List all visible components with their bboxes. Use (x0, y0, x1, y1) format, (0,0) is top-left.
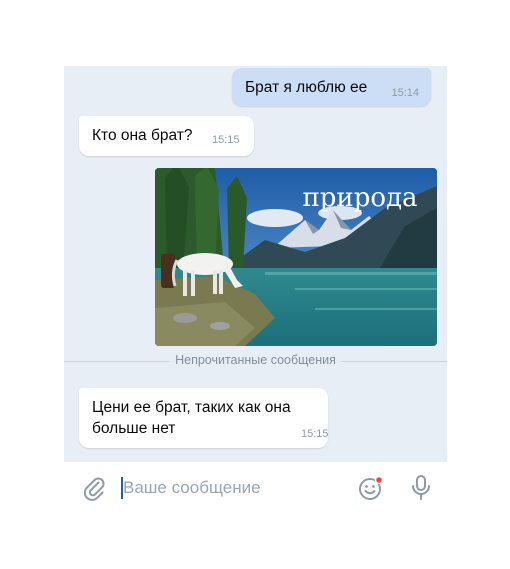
message-time: 15:14 (391, 87, 419, 99)
message-input[interactable] (120, 477, 343, 499)
message-text: Брат я люблю ее (245, 79, 368, 96)
outgoing-message[interactable]: Брат я люблю ее 15:14 (232, 68, 431, 106)
message-composer (64, 462, 447, 512)
nature-photo: природа (155, 168, 437, 346)
photo-caption-overlay: природа (302, 183, 417, 213)
chat-history: Брат я люблю ее 15:14 Кто она брат? 15:1… (64, 66, 447, 462)
message-text: Цени ее брат, таких как она больше нет (92, 399, 291, 437)
incoming-message[interactable]: Кто она брат? 15:15 (79, 116, 254, 156)
microphone-icon[interactable] (409, 474, 433, 507)
message-time: 15:15 (301, 428, 329, 440)
smiley-icon[interactable] (357, 474, 385, 507)
photo-attachment[interactable]: природа (155, 168, 437, 346)
message-text: Кто она брат? (92, 127, 193, 144)
paperclip-icon[interactable] (81, 475, 107, 506)
message-time: 15:15 (212, 134, 240, 146)
unread-label: Непрочитанные сообщения (169, 353, 342, 367)
incoming-message[interactable]: Цени ее брат, таких как она больше нет 1… (79, 388, 329, 448)
notification-dot (374, 475, 384, 485)
unread-divider: Непрочитанные сообщения (64, 351, 447, 373)
